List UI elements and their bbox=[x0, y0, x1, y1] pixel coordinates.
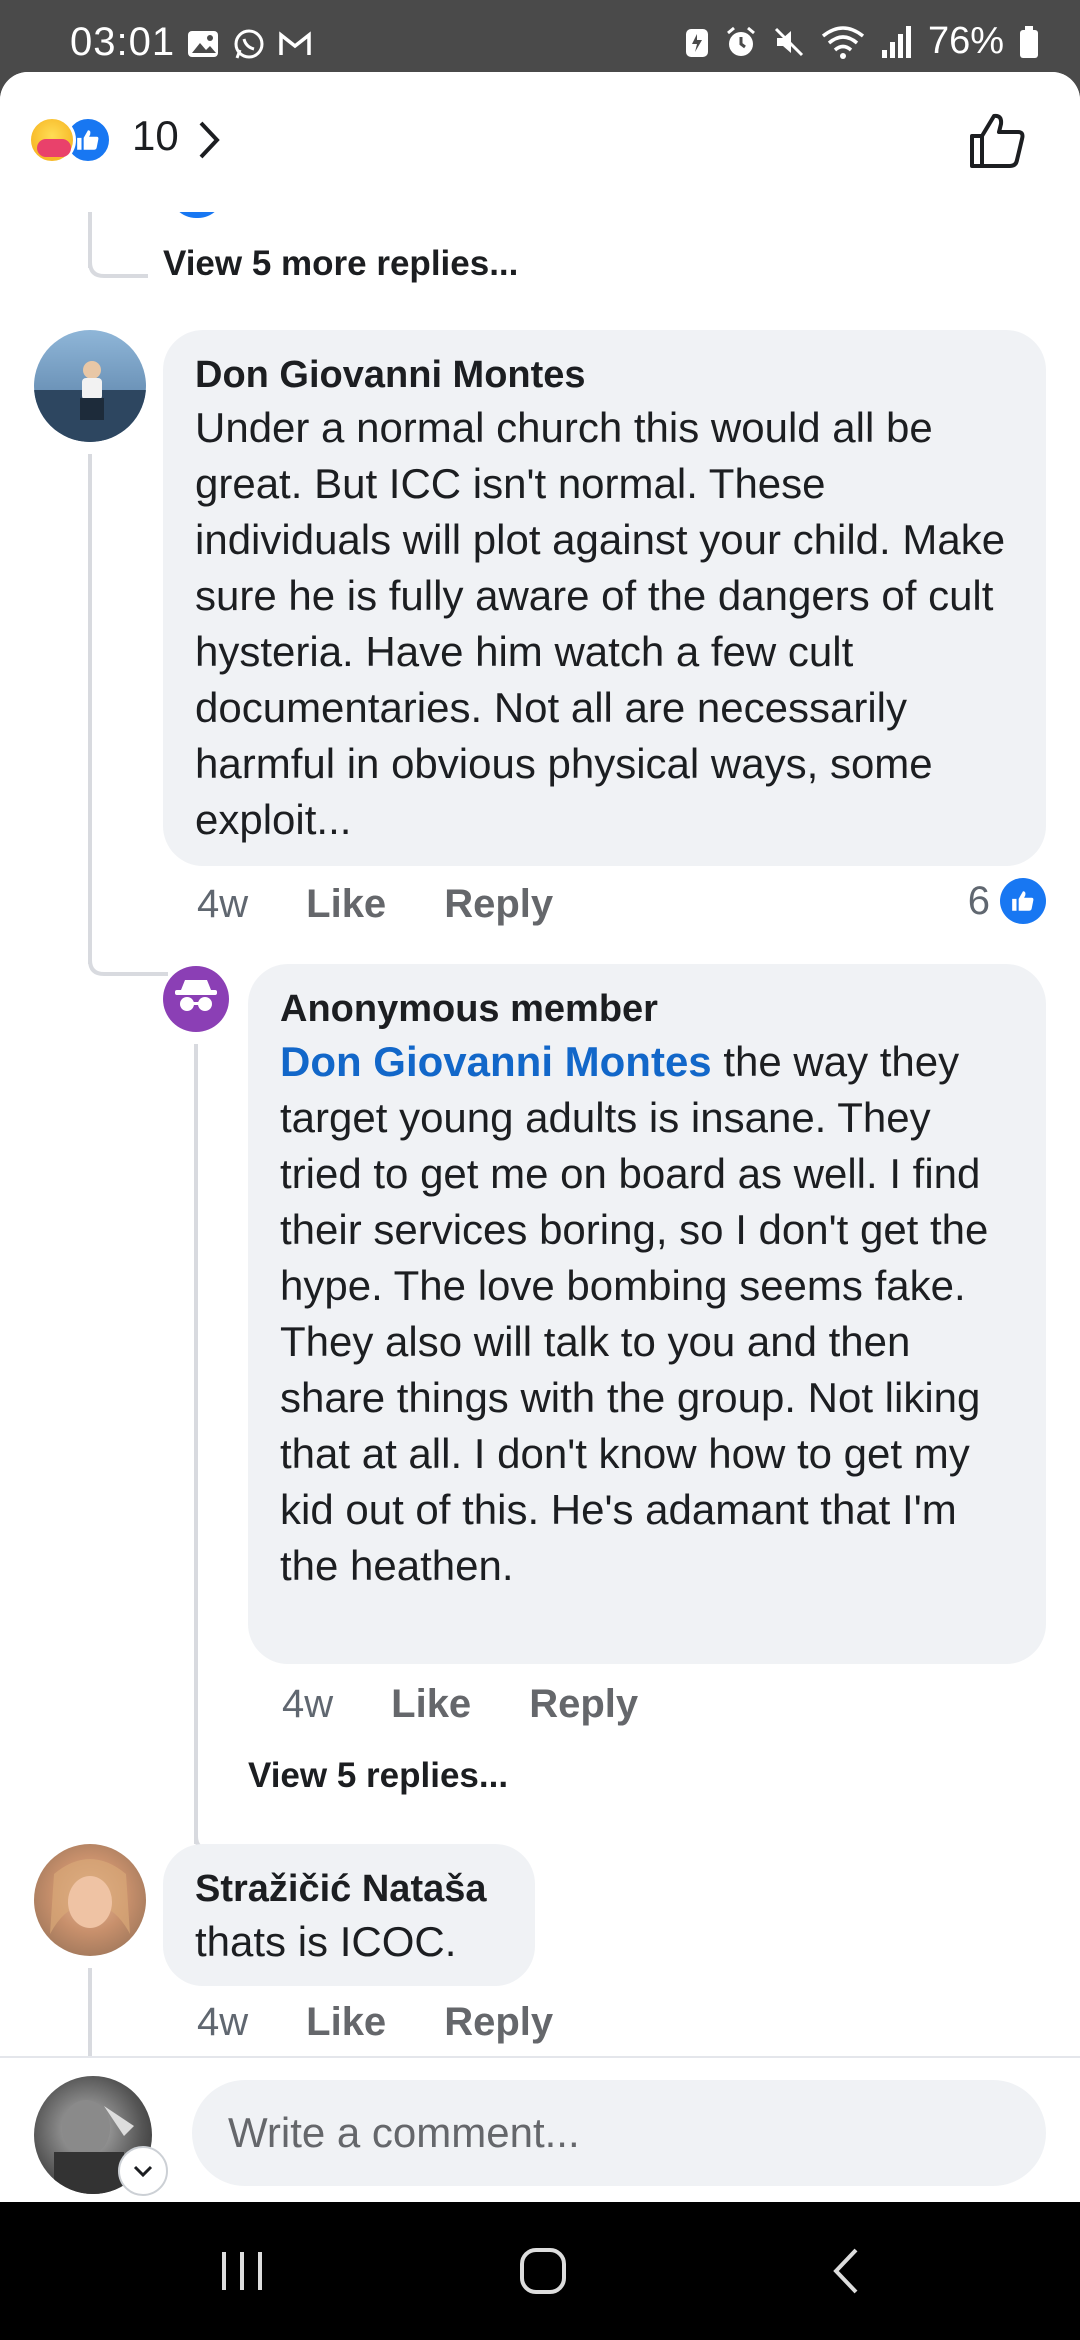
reply-button[interactable]: Reply bbox=[444, 2000, 553, 2045]
reply-bubble[interactable]: Anonymous member Don Giovanni Montes the… bbox=[248, 964, 1046, 1664]
comment-time: 4w bbox=[197, 882, 249, 926]
comment-actions: 4w Like Reply bbox=[197, 2000, 611, 2045]
battery-saver-icon bbox=[685, 28, 708, 57]
avatar-natasa[interactable] bbox=[34, 1844, 146, 1956]
avatar-don-giovanni[interactable] bbox=[34, 330, 146, 442]
comments-sheet: 10 View 5 more replies... Don Giovanni M… bbox=[0, 72, 1080, 2202]
thread-connector bbox=[88, 942, 168, 976]
comment-input[interactable]: Write a comment... bbox=[192, 2080, 1046, 2186]
mention-link[interactable]: Don Giovanni Montes bbox=[280, 1038, 712, 1085]
reaction-emojis[interactable] bbox=[28, 116, 112, 164]
anonymous-avatar-icon[interactable] bbox=[163, 966, 229, 1032]
recent-apps-icon[interactable] bbox=[218, 2248, 266, 2294]
chevron-right-icon[interactable] bbox=[196, 120, 222, 160]
thread-line bbox=[88, 1968, 92, 2058]
like-button[interactable]: Like bbox=[391, 1682, 471, 1727]
wifi-icon bbox=[821, 25, 865, 59]
reply-body: the way they target young adults is insa… bbox=[280, 1038, 989, 1589]
alarm-icon bbox=[726, 26, 755, 56]
home-icon[interactable] bbox=[518, 2246, 568, 2296]
gmail-icon bbox=[279, 31, 311, 55]
avatar-switch-chevron-icon[interactable] bbox=[118, 2146, 168, 2196]
reply-actions: 4w Like Reply bbox=[282, 1682, 696, 1727]
like-count-number: 6 bbox=[967, 878, 990, 923]
system-nav-bar bbox=[0, 2202, 1080, 2340]
comment-author[interactable]: Don Giovanni Montes bbox=[195, 350, 1014, 400]
comment-actions: 4w Like Reply bbox=[197, 882, 611, 927]
comment-author[interactable]: Stražičić Nataša bbox=[195, 1864, 503, 1914]
reply-time: 4w bbox=[282, 1682, 334, 1726]
thread-line bbox=[194, 1044, 198, 1844]
comment-time: 4w bbox=[197, 2000, 249, 2044]
like-button[interactable]: Like bbox=[306, 882, 386, 927]
reactions-bar[interactable]: 10 bbox=[0, 72, 1080, 212]
reply-button[interactable]: Reply bbox=[444, 882, 553, 927]
like-post-icon[interactable] bbox=[966, 110, 1028, 172]
reply-button[interactable]: Reply bbox=[529, 1682, 638, 1727]
status-bar: 03:01 76% bbox=[0, 0, 1080, 72]
comment-text: Under a normal church this would all be … bbox=[195, 404, 1017, 843]
gallery-icon bbox=[188, 31, 218, 57]
thread-connector bbox=[88, 252, 148, 278]
reply-author[interactable]: Anonymous member bbox=[280, 984, 1014, 1034]
battery-icon bbox=[1020, 25, 1038, 58]
like-button[interactable]: Like bbox=[306, 2000, 386, 2045]
status-time: 03:01 bbox=[70, 20, 176, 64]
comment-bubble[interactable]: Stražičić Nataša thats is ICOC. bbox=[163, 1844, 535, 1986]
comment-bubble[interactable]: Don Giovanni Montes Under a normal churc… bbox=[163, 330, 1046, 866]
thread-line bbox=[88, 454, 92, 964]
care-reaction-icon bbox=[28, 116, 76, 164]
view-replies-link[interactable]: View 5 replies... bbox=[248, 1756, 508, 1796]
comment-like-count[interactable]: 6 bbox=[968, 878, 1046, 924]
back-icon[interactable] bbox=[826, 2246, 866, 2296]
view-more-replies-link[interactable]: View 5 more replies... bbox=[163, 244, 518, 284]
like-badge-icon bbox=[1000, 878, 1046, 924]
notification-icons bbox=[186, 28, 312, 60]
mute-icon bbox=[774, 27, 803, 56]
reply-text: Don Giovanni Montes the way they target … bbox=[280, 1034, 1014, 1594]
comment-text: thats is ICOC. bbox=[195, 1918, 457, 1965]
comment-composer: Write a comment... bbox=[0, 2056, 1080, 2202]
reaction-count[interactable]: 10 bbox=[132, 112, 179, 160]
signal-icon bbox=[881, 25, 911, 58]
whatsapp-icon bbox=[234, 29, 264, 59]
battery-percent: 76% bbox=[927, 20, 1004, 62]
system-icons: 76% bbox=[684, 20, 1040, 63]
